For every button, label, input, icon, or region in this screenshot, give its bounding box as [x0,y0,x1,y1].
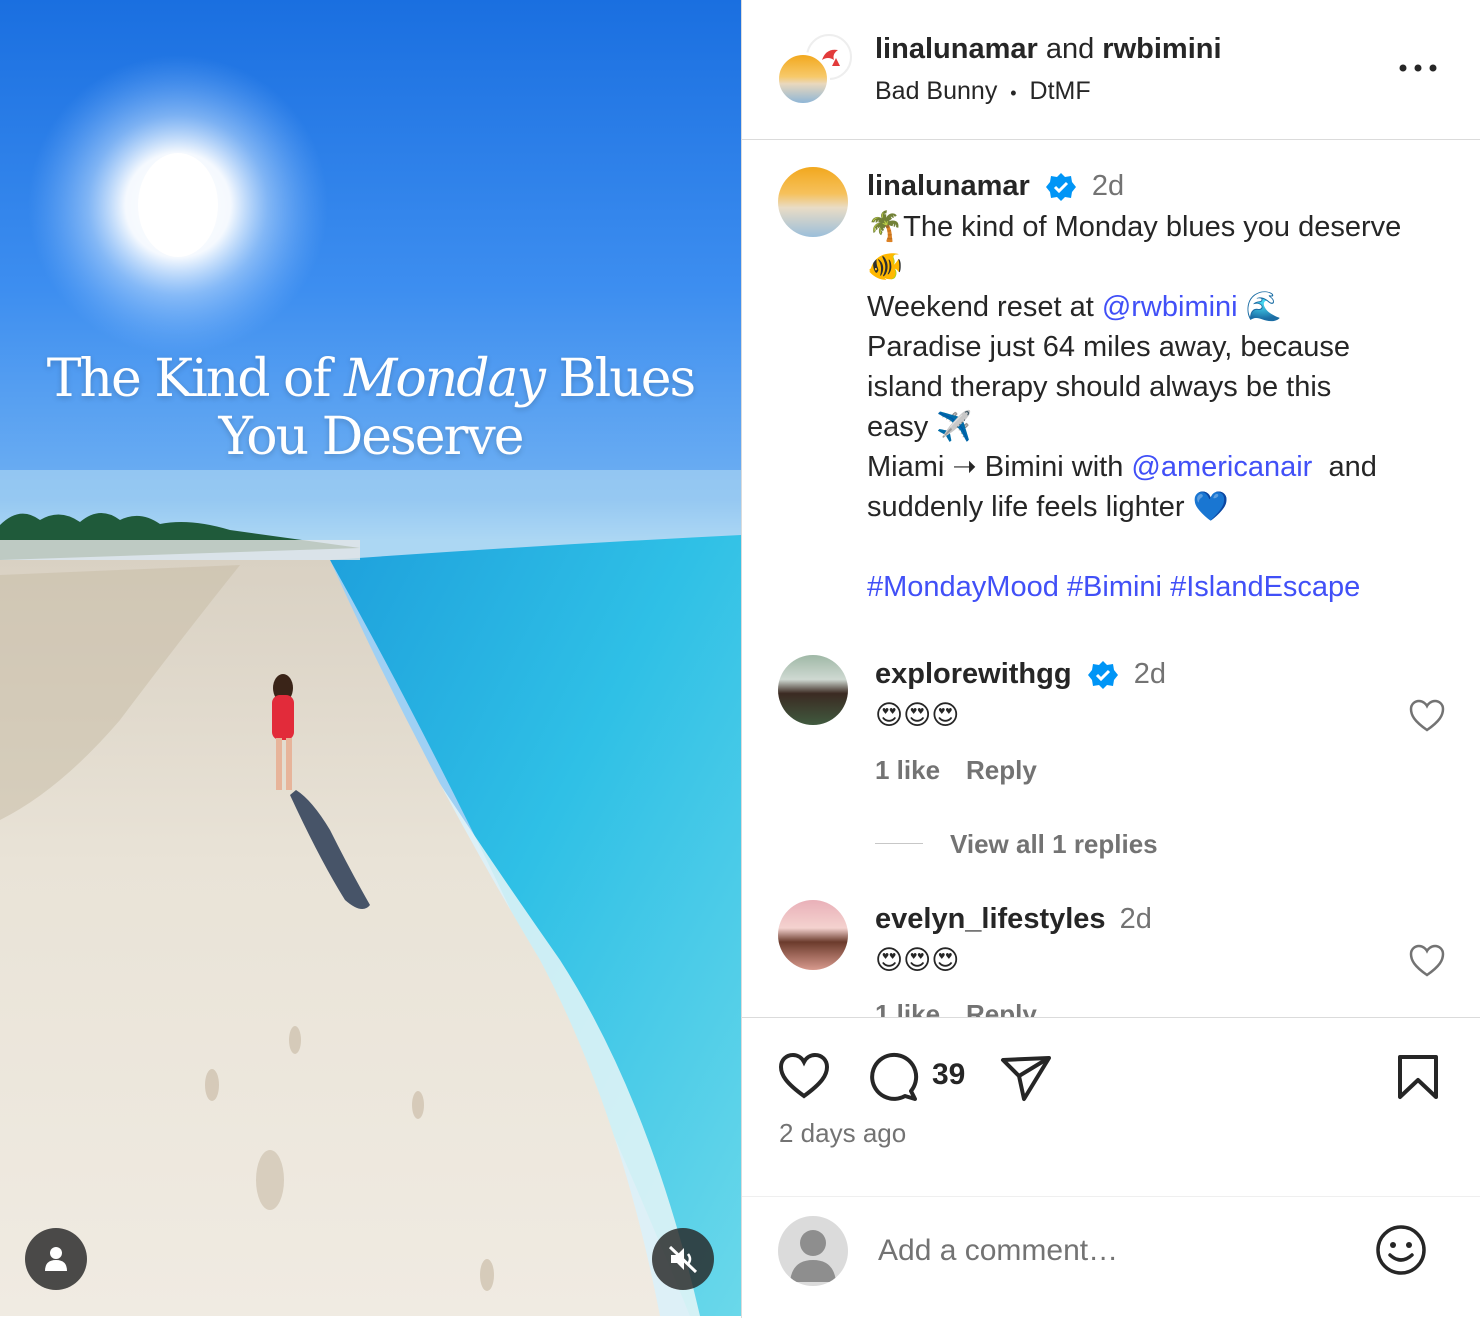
author-avatar[interactable] [776,52,830,106]
overlay-title-part: Blues [558,349,696,409]
caption-header: linalunamar 2d [867,169,1124,203]
commenter-username-link[interactable]: evelyn_lifestyles [875,903,1106,935]
post-header: linalunamar and rwbimini Bad Bunny • DtM… [742,0,1480,140]
hashtag-link[interactable]: #IslandEscape [1170,571,1360,603]
bookmark-icon[interactable] [1396,1054,1440,1100]
replies-divider [875,843,923,844]
author-username-link[interactable]: linalunamar [875,33,1038,65]
post-side-panel: linalunamar and rwbimini Bad Bunny • DtM… [741,0,1480,1318]
audio-artist[interactable]: Bad Bunny [875,77,997,105]
caption-author-avatar[interactable] [778,167,848,237]
comment-like-button[interactable] [1408,942,1446,980]
hashtags: #MondayMood #Bimini #IslandEscape [867,567,1457,607]
mention-link[interactable]: @americanair [1131,451,1312,483]
overlay-title-emphasis: Monday [344,349,546,409]
add-comment-input[interactable]: Add a comment… [878,1232,1358,1270]
commenter-username-link[interactable]: explorewithgg [875,658,1072,690]
audio-separator: • [1010,83,1017,103]
comment-header: explorewithgg 2d [875,657,1166,691]
caption-line: Weekend reset at @rwbimini 🌊 [867,287,1457,327]
paper-plane-icon[interactable] [1000,1054,1052,1102]
mute-button[interactable] [652,1228,714,1290]
comment-like-button[interactable] [1408,697,1446,735]
mention-link[interactable]: @rwbimini [1102,291,1238,323]
comments-list[interactable]: linalunamar 2d 🌴The kind of Monday blues… [742,141,1480,1018]
post-timestamp[interactable]: 2 days ago [779,1118,906,1149]
caption-text: and [1312,451,1377,483]
caption-line: Paradise just 64 miles away, because [867,331,1351,363]
comment-like-count[interactable]: 1 like [875,999,940,1017]
caption-text: Miami ➝ Bimini with [867,451,1132,483]
reel-video[interactable]: The Kind of Monday Blues You Deserve [0,0,741,1316]
caption-text: 🌊 [1237,291,1282,323]
caption-text: Weekend reset at [867,291,1102,323]
comment-time[interactable]: 2d [1120,903,1152,935]
caption-body: 🌴The kind of Monday blues you deserve 🐠 … [867,207,1457,607]
verified-badge-icon [1087,661,1118,690]
audio-attribution[interactable]: Bad Bunny • DtMF [875,74,1091,110]
more-horizontal-icon [1399,64,1437,72]
caption-time[interactable]: 2d [1092,170,1124,202]
hashtag-link[interactable]: #Bimini [1067,571,1162,603]
comment-text: 😍😍😍 [875,945,960,975]
smiley-icon[interactable] [1375,1224,1427,1276]
caption-line: 🌴The kind of Monday blues you deserve [867,211,1402,243]
comment-header: evelyn_lifestyles 2d [875,902,1152,936]
comment-icon[interactable] [867,1052,919,1102]
post-dialog: The Kind of Monday Blues You Deserve lin… [0,0,1480,1318]
verified-badge-icon [1045,173,1076,202]
comment-text: 😍😍😍 [875,700,960,730]
divider [742,1196,1480,1197]
commenter-avatar[interactable] [778,655,848,725]
view-replies-button[interactable]: View all 1 replies [950,829,1158,860]
comment-like-count[interactable]: 1 like [875,755,940,786]
overlay-title-part: The Kind of [46,349,332,409]
comment-time[interactable]: 2d [1134,658,1166,690]
comment-reply-button[interactable]: Reply [966,755,1037,786]
default-user-icon [790,1230,836,1282]
caption-line: Miami ➝ Bimini with @americanair and [867,447,1457,487]
user-icon [45,1247,67,1271]
tagged-people-button[interactable] [25,1228,87,1290]
muted-speaker-icon [668,1245,698,1273]
commenter-avatar[interactable] [778,900,848,970]
current-user-avatar [778,1216,848,1286]
audio-track[interactable]: DtMF [1030,77,1091,105]
caption-line: island therapy should always be this [867,371,1332,403]
caption-username-link[interactable]: linalunamar [867,170,1030,202]
post-authors: linalunamar and rwbimini [875,30,1222,68]
collaborator-username-link[interactable]: rwbimini [1102,33,1221,65]
post-actions: 39 2 days ago Add a comment… [742,1018,1480,1318]
beach-scene-image [0,55,741,1316]
comment-count: 39 [932,1058,966,1091]
hashtag-link[interactable]: #MondayMood [867,571,1059,603]
caption-line: suddenly life feels lighter 💙 [867,491,1229,523]
caption-line: easy ✈️ [867,411,973,443]
video-overlay-title: The Kind of Monday Blues You Deserve [0,350,741,466]
heart-icon[interactable] [778,1052,830,1100]
more-options-button[interactable] [1398,58,1438,78]
caption-line: 🐠 [867,251,904,283]
authors-joiner: and [1045,33,1095,65]
overlay-title-line2: You Deserve [218,407,524,467]
comment-reply-button[interactable]: Reply [966,999,1037,1017]
